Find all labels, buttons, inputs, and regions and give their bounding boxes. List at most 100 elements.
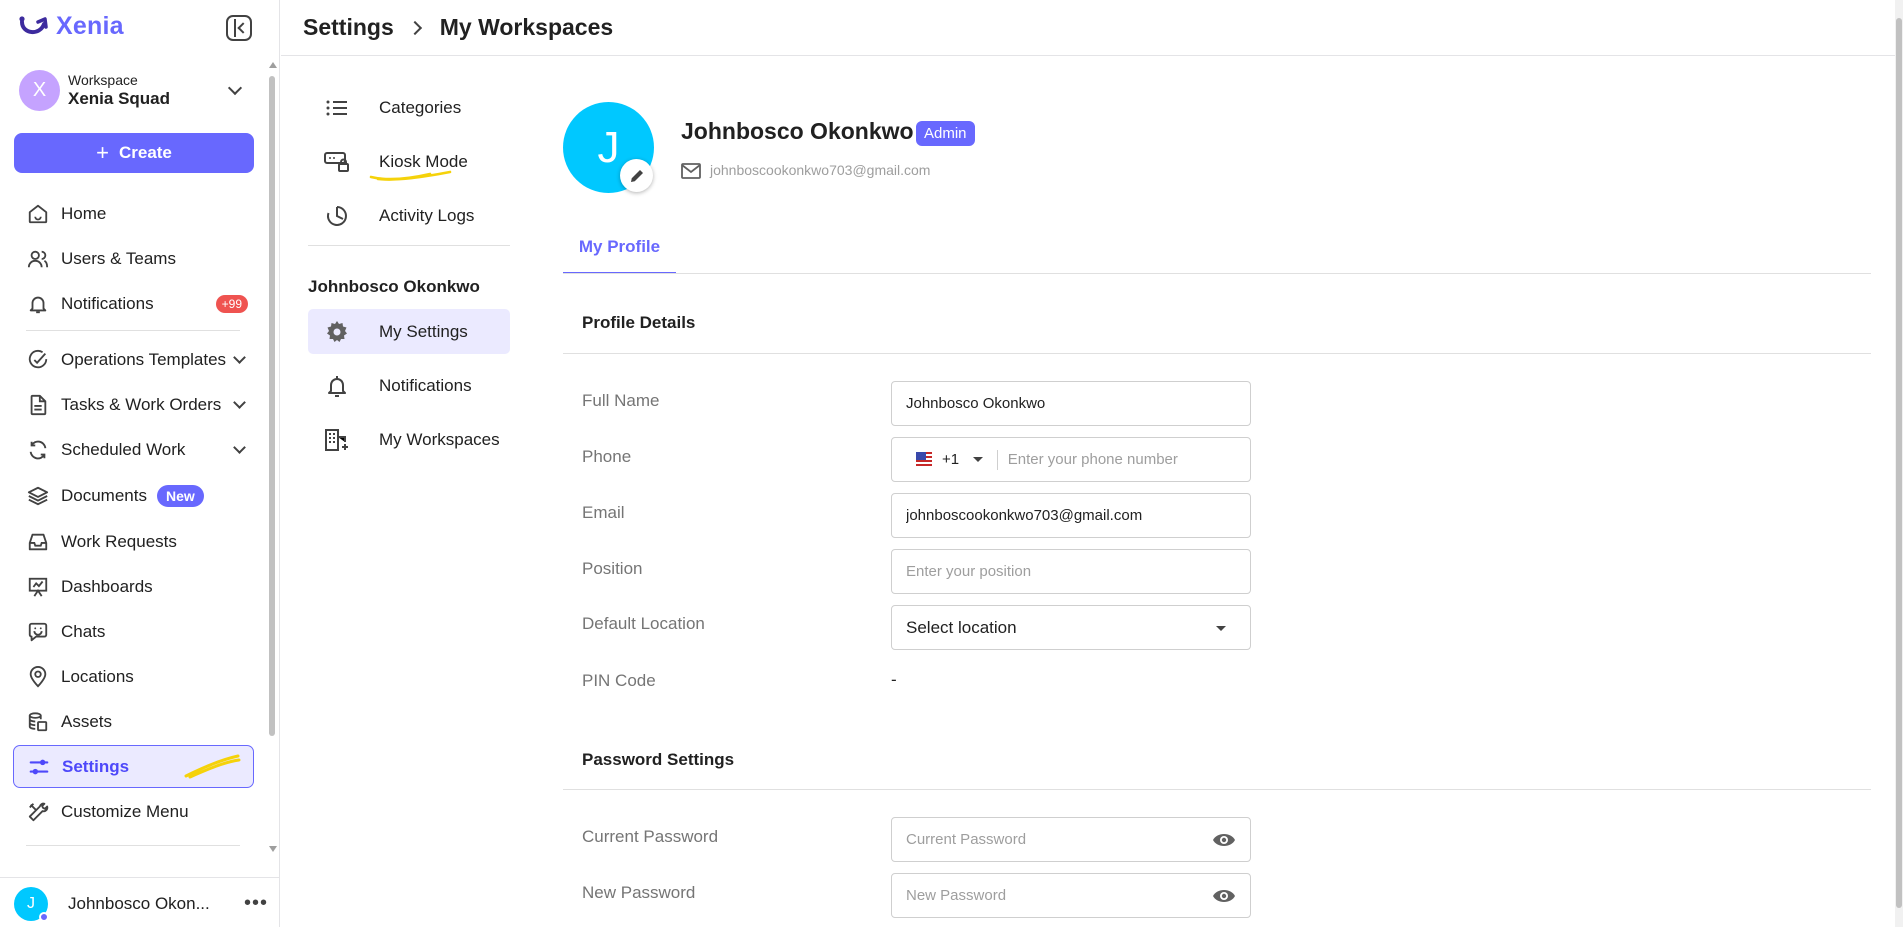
submenu-item-label: My Workspaces — [379, 429, 500, 449]
sidebar-item-settings[interactable]: Settings — [13, 745, 254, 788]
sidebar-item-chats[interactable]: Chats — [13, 610, 254, 653]
edit-avatar-button[interactable] — [620, 159, 653, 192]
more-options-icon[interactable]: ••• — [244, 892, 268, 915]
plus-icon: + — [96, 140, 109, 165]
submenu-item-categories[interactable]: Categories — [308, 85, 510, 130]
xenia-logo-icon — [19, 15, 48, 34]
create-button[interactable]: + Create — [14, 133, 254, 173]
user-name: Johnbosco Okon... — [68, 894, 210, 913]
sidebar-item-label: Operations Templates — [61, 349, 227, 369]
sidebar-item-dashboards[interactable]: Dashboards — [13, 565, 254, 608]
sidebar-item-label: Locations — [61, 666, 134, 686]
sidebar-item-users-teams[interactable]: Users & Teams — [13, 237, 254, 280]
sidebar-item-operations-templates[interactable]: Operations Templates — [13, 338, 254, 381]
position-input[interactable] — [906, 563, 1250, 580]
sidebar-item-notifications[interactable]: Notifications +99 — [13, 282, 254, 325]
tools-icon — [26, 800, 50, 824]
eye-icon[interactable] — [1212, 831, 1236, 849]
sidebar-item-label: Home — [61, 203, 107, 223]
tab-my-profile[interactable]: My Profile — [563, 222, 676, 274]
settings-sliders-icon — [27, 755, 51, 779]
submenu-item-kiosk-mode[interactable]: Kiosk Mode — [308, 139, 510, 184]
submenu-divider — [308, 245, 510, 246]
workspace-switcher[interactable]: X Workspace Xenia Squad — [19, 68, 254, 112]
current-password-field[interactable] — [891, 817, 1251, 862]
highlight-mark-icon — [369, 170, 452, 181]
bell-icon — [324, 374, 350, 398]
email-input[interactable] — [906, 507, 1250, 524]
page-scrollbar[interactable] — [1895, 0, 1903, 927]
full-name-input[interactable] — [906, 395, 1250, 412]
sidebar-item-label: Settings — [62, 756, 130, 776]
presentation-icon — [26, 575, 50, 599]
tabs-divider — [563, 273, 1871, 274]
sidebar-item-documents[interactable]: Documents New — [13, 474, 254, 517]
sidebar-item-label: Users & Teams — [61, 248, 176, 268]
default-location-select[interactable]: Select location — [891, 605, 1251, 650]
breadcrumb-settings[interactable]: Settings — [303, 14, 394, 41]
role-badge: Admin — [916, 121, 975, 146]
email-field[interactable] — [891, 493, 1251, 538]
phone-input[interactable] — [1007, 451, 1250, 468]
current-password-input[interactable] — [906, 831, 1250, 848]
gear-icon — [324, 320, 350, 344]
submenu-item-activity-logs[interactable]: Activity Logs — [308, 193, 510, 238]
sidebar-item-scheduled-work[interactable]: Scheduled Work — [13, 428, 254, 471]
building-icon — [324, 428, 350, 452]
phone-label: Phone — [582, 447, 632, 466]
submenu-item-my-workspaces[interactable]: My Workspaces — [308, 417, 510, 462]
sidebar-item-home[interactable]: Home — [13, 192, 254, 235]
chevron-right-icon — [407, 20, 422, 35]
sidebar-item-label: Chats — [61, 621, 106, 641]
chevron-down-icon[interactable] — [233, 441, 246, 454]
users-icon — [26, 247, 50, 271]
submenu-item-notifications[interactable]: Notifications — [308, 363, 510, 408]
eye-icon[interactable] — [1212, 887, 1236, 905]
collapse-sidebar-icon[interactable] — [226, 15, 252, 41]
pin-code-value: - — [891, 670, 897, 689]
pencil-icon — [630, 169, 643, 182]
home-icon — [26, 202, 50, 226]
check-circle-icon — [26, 348, 50, 372]
submenu-user-heading: Johnbosco Okonkwo — [308, 277, 480, 296]
sidebar-item-locations[interactable]: Locations — [13, 655, 254, 698]
scroll-thumb[interactable] — [269, 76, 275, 736]
pin-code-label: PIN Code — [582, 671, 656, 690]
app-logo[interactable]: Xenia — [18, 12, 124, 41]
country-dropdown-icon[interactable] — [973, 457, 984, 462]
scroll-down-icon[interactable] — [269, 846, 277, 852]
status-dot — [39, 912, 49, 922]
sidebar-item-label: Work Requests — [61, 531, 177, 551]
refresh-icon — [26, 438, 50, 462]
new-password-input[interactable] — [906, 887, 1250, 904]
submenu-item-label: Notifications — [379, 375, 472, 395]
chevron-down-icon — [227, 80, 243, 96]
sidebar-item-label: Assets — [61, 711, 113, 731]
default-location-label: Default Location — [582, 614, 705, 633]
new-password-label: New Password — [582, 883, 696, 902]
sidebar-item-assets[interactable]: Assets — [13, 700, 254, 743]
submenu-item-my-settings[interactable]: My Settings — [308, 309, 510, 354]
sidebar-item-tasks-work-orders[interactable]: Tasks & Work Orders — [13, 383, 254, 426]
phone-field[interactable]: +1 — [891, 437, 1251, 482]
layers-icon — [26, 484, 50, 508]
sidebar-item-customize-menu[interactable]: Customize Menu — [13, 790, 254, 833]
notification-count-badge: +99 — [215, 295, 248, 313]
chevron-down-icon[interactable] — [233, 351, 246, 364]
workspace-avatar: X — [19, 69, 60, 111]
user-footer[interactable]: J Johnbosco Okon... ••• — [0, 877, 280, 927]
chevron-down-icon[interactable] — [233, 396, 246, 409]
sidebar-item-label: Dashboards — [61, 576, 153, 596]
sidebar-scrollbar[interactable] — [268, 62, 277, 852]
tab-label: My Profile — [578, 237, 661, 256]
location-pin-icon — [26, 665, 50, 689]
sidebar-item-label: Notifications — [61, 293, 154, 313]
new-password-field[interactable] — [891, 873, 1251, 918]
scroll-up-icon[interactable] — [269, 62, 277, 68]
sidebar-item-work-requests[interactable]: Work Requests — [13, 520, 254, 563]
position-field[interactable] — [891, 549, 1251, 594]
sidebar-divider — [26, 845, 240, 846]
scroll-thumb[interactable] — [1896, 18, 1902, 908]
highlight-mark-icon — [184, 754, 241, 779]
full-name-field[interactable] — [891, 381, 1251, 426]
